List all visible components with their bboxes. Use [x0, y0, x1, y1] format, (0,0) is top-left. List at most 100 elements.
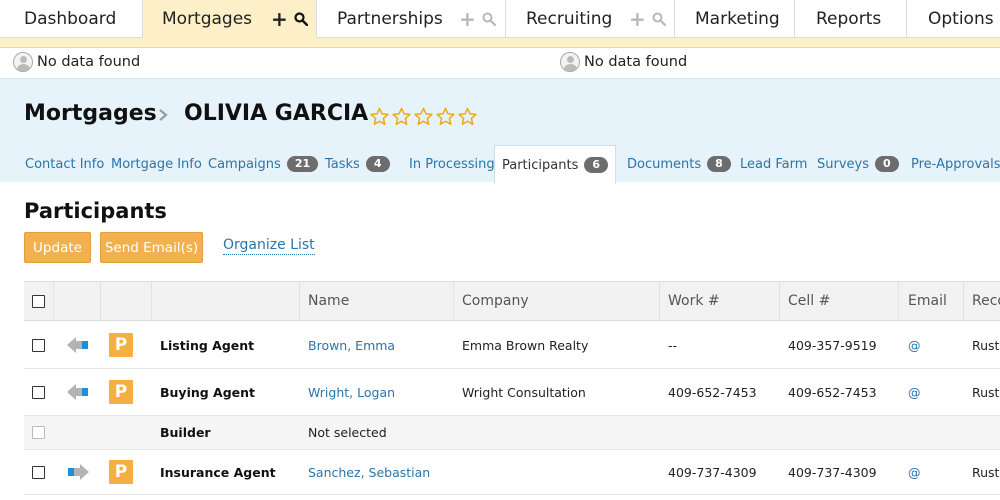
- person-type-icon: P: [109, 369, 133, 415]
- record-subtabs: Contact Info Mortgage Info Campaigns 21 …: [0, 145, 1000, 184]
- row-role: Listing Agent: [160, 337, 255, 353]
- send-emails-button[interactable]: Send Email(s): [100, 232, 203, 263]
- top-nav: Dashboard Mortgages + Partnerships + Rec…: [0, 0, 1000, 38]
- person-type-icon: P: [109, 322, 133, 368]
- table-row: P Listing Agent Brown, Emma Emma Brown R…: [24, 322, 1000, 369]
- col-reco-header[interactable]: Reco: [972, 282, 1000, 320]
- search-partnerships-icon[interactable]: [482, 12, 496, 26]
- tab-lead-farm-label: Lead Farm: [740, 156, 808, 172]
- tab-campaigns[interactable]: Campaigns 21: [208, 145, 319, 183]
- col-cell-header[interactable]: Cell #: [788, 282, 830, 320]
- star-icon[interactable]: [392, 107, 411, 126]
- row-role: Builder: [160, 425, 211, 440]
- participants-count-badge: 6: [584, 157, 609, 173]
- row-cell-phone: 409-652-7453: [788, 384, 877, 400]
- tab-campaigns-label: Campaigns: [208, 156, 281, 172]
- row-work-phone: 409-737-4309: [668, 464, 757, 480]
- tab-mortgage-info-label: Mortgage Info: [111, 156, 202, 172]
- nav-partnerships-label: Partnerships: [337, 9, 443, 29]
- select-all-checkbox[interactable]: [32, 282, 45, 320]
- avatar-icon: [13, 52, 33, 72]
- update-button[interactable]: Update: [24, 232, 91, 263]
- surveys-count-badge: 0: [875, 156, 899, 172]
- table-row: P Buying Agent Wright, Logan Wright Cons…: [24, 369, 1000, 416]
- nav-dashboard-label: Dashboard: [24, 9, 117, 29]
- nav-recruiting[interactable]: Recruiting +: [506, 0, 675, 38]
- tab-lead-farm[interactable]: Lead Farm: [740, 145, 807, 183]
- add-mortgage-icon[interactable]: +: [271, 9, 288, 29]
- row-cell-phone: 409-357-9519: [788, 337, 877, 353]
- row-company: Wright Consultation: [462, 384, 586, 400]
- tab-contact-info-label: Contact Info: [25, 156, 105, 172]
- section-title: Participants: [24, 199, 167, 223]
- arrow-left-icon: [67, 322, 89, 368]
- nav-recruiting-label: Recruiting: [526, 9, 613, 29]
- row-reco: Rusty: [972, 464, 1000, 480]
- nav-mortgages[interactable]: Mortgages +: [143, 0, 317, 38]
- row-reco: Rusty: [972, 384, 1000, 400]
- nav-reports-label: Reports: [816, 9, 882, 29]
- star-rating[interactable]: [370, 107, 477, 126]
- row-email-link[interactable]: @: [908, 450, 921, 494]
- notice-strip: [0, 38, 1000, 48]
- nav-marketing-label: Marketing: [695, 9, 780, 29]
- row-cell-phone: 409-737-4309: [788, 464, 877, 480]
- tab-pre-approvals[interactable]: Pre-Approvals: [911, 145, 1000, 183]
- col-name-header[interactable]: Name: [308, 282, 349, 320]
- col-company-header[interactable]: Company: [462, 282, 529, 320]
- tab-mortgage-info[interactable]: Mortgage Info: [111, 145, 202, 183]
- tab-contact-info[interactable]: Contact Info: [25, 145, 104, 183]
- notice-left: No data found: [13, 52, 140, 72]
- nav-options-label: Options: [928, 9, 994, 29]
- row-checkbox[interactable]: [32, 369, 45, 415]
- row-email-link[interactable]: @: [908, 322, 921, 368]
- arrow-right-icon: [67, 450, 89, 494]
- star-icon[interactable]: [370, 107, 389, 126]
- record-header: Mortgages OLIVIA GARCIA Contact Info Mor…: [0, 78, 1000, 184]
- tab-surveys[interactable]: Surveys 0: [817, 145, 899, 183]
- tab-documents-label: Documents: [627, 156, 702, 172]
- row-checkbox[interactable]: [32, 450, 45, 494]
- breadcrumb-mortgages[interactable]: Mortgages: [24, 101, 157, 126]
- row-name-link[interactable]: Brown, Emma: [308, 322, 395, 368]
- row-email-link[interactable]: @: [908, 369, 921, 415]
- arrow-left-icon: [67, 369, 89, 415]
- row-work-phone: --: [668, 337, 678, 353]
- row-name-link[interactable]: Wright, Logan: [308, 369, 395, 415]
- notice-right: No data found: [560, 52, 687, 72]
- search-mortgages-icon[interactable]: [294, 12, 308, 26]
- nav-partnerships[interactable]: Partnerships +: [317, 0, 506, 38]
- search-recruiting-icon[interactable]: [652, 12, 666, 26]
- nav-options[interactable]: Options: [907, 0, 1000, 38]
- nav-mortgages-label: Mortgages: [162, 9, 253, 29]
- nav-dashboard[interactable]: Dashboard: [0, 0, 143, 38]
- tab-participants[interactable]: Participants 6: [494, 145, 616, 184]
- notice-left-text: No data found: [37, 54, 141, 70]
- row-role: Buying Agent: [160, 384, 256, 400]
- notice-bar: No data found No data found: [0, 48, 1000, 78]
- star-icon[interactable]: [414, 107, 433, 126]
- row-checkbox[interactable]: [32, 322, 45, 368]
- row-name-link[interactable]: Sanchez, Sebastian: [308, 450, 430, 494]
- tab-documents[interactable]: Documents 8: [627, 145, 731, 183]
- tab-tasks[interactable]: Tasks 4: [325, 145, 390, 183]
- add-partnership-icon[interactable]: +: [459, 9, 476, 29]
- add-recruit-icon[interactable]: +: [629, 9, 646, 29]
- person-type-icon: P: [109, 450, 133, 494]
- col-email-header[interactable]: Email: [908, 282, 947, 320]
- campaigns-count-badge: 21: [286, 156, 319, 172]
- tab-in-processing[interactable]: In Processing: [409, 145, 495, 183]
- star-icon[interactable]: [436, 107, 455, 126]
- tab-participants-label: Participants: [501, 157, 579, 173]
- record-name: OLIVIA GARCIA: [184, 101, 369, 126]
- tasks-count-badge: 4: [365, 156, 390, 172]
- nav-marketing[interactable]: Marketing: [675, 0, 795, 38]
- nav-reports[interactable]: Reports: [795, 0, 907, 38]
- organize-list-link[interactable]: Organize List: [223, 237, 315, 255]
- table-row: P Insurance Agent Sanchez, Sebastian 409…: [24, 450, 1000, 495]
- col-work-header[interactable]: Work #: [668, 282, 720, 320]
- avatar-icon: [560, 52, 580, 72]
- row-role: Insurance Agent: [160, 464, 276, 480]
- star-icon[interactable]: [458, 107, 477, 126]
- table-row: Builder Not selected: [24, 416, 1000, 450]
